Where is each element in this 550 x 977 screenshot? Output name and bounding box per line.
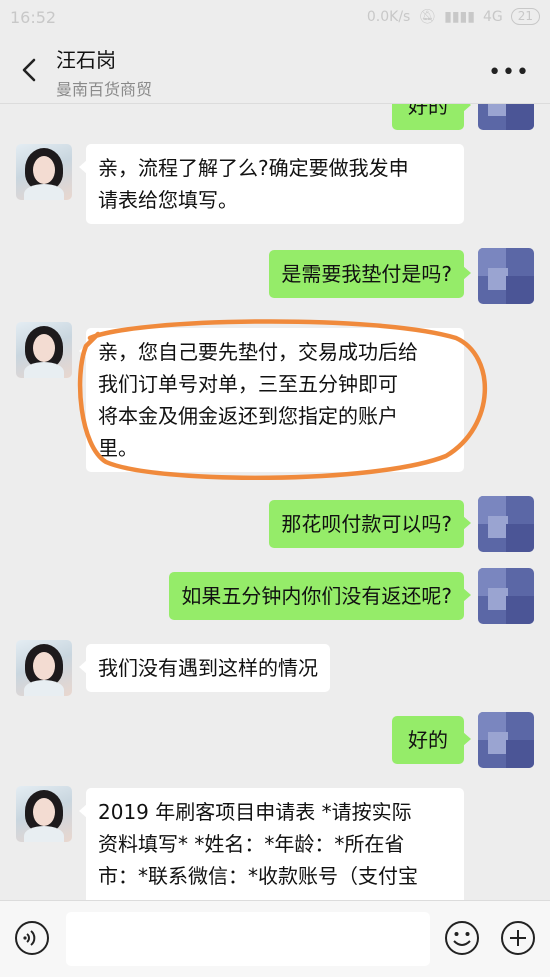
message-bubble-received[interactable]: 亲，流程了解了么?确定要做我发申 请表给您填写。 [79, 144, 464, 224]
message-text: 如果五分钟内你们没有返还呢? [181, 584, 452, 608]
message-line: 亲，流程了解了么?确定要做我发申 [98, 156, 409, 180]
more-options-icon[interactable]: ••• [488, 60, 530, 85]
emoji-icon[interactable] [444, 920, 480, 956]
message-text: 是需要我垫付是吗? [281, 262, 452, 286]
message-bubble-received[interactable]: 我们没有遇到这样的情况 [79, 644, 330, 692]
battery-badge: 21 [510, 8, 540, 25]
message-text: 那花呗付款可以吗? [281, 512, 452, 536]
message-line: 请表给您填写。 [98, 188, 238, 212]
message-bubble-received[interactable]: 亲，您自己要先垫付，交易成功后给 我们订单号对单，三至五分钟即可 将本金及佣金返… [79, 328, 464, 472]
signal-icon: ▮▮▮▮ [444, 8, 475, 25]
contact-avatar[interactable] [16, 640, 72, 696]
my-avatar[interactable] [478, 496, 534, 552]
message-line: 里。 [98, 436, 138, 460]
input-bar [0, 900, 550, 977]
message-bubble-sent[interactable]: 如果五分钟内你们没有返还呢? [169, 572, 471, 620]
my-avatar[interactable] [478, 248, 534, 304]
message-input[interactable] [66, 912, 430, 966]
message-bubble-sent[interactable]: 那花呗付款可以吗? [269, 500, 471, 548]
message-line: 2019 年刷客项目申请表 *请按实际 [98, 800, 412, 824]
contact-company: 曼南百货商贸 [56, 80, 153, 99]
chat-messages: 好的 亲，流程了解了么?确定要做我发申 请表给您填写。 是需要我垫付是吗? 亲，… [0, 104, 550, 900]
chat-header: 汪石岗 曼南百货商贸 ••• [0, 36, 550, 104]
contact-avatar[interactable] [16, 786, 72, 842]
contact-name: 汪石岗 [56, 48, 116, 72]
signal-type: 4G [482, 8, 503, 25]
status-right-group: 0.0K/s 🔕︎ ▮▮▮▮ 4G 21 [367, 8, 540, 25]
network-speed: 0.0K/s [366, 8, 411, 25]
message-line: 我们没有遇到这样的情况 [98, 656, 318, 680]
message-text: 好的 [408, 728, 448, 752]
message-line: 将本金及佣金返还到您指定的账户 [98, 404, 398, 428]
my-avatar[interactable] [478, 712, 534, 768]
message-bubble-received[interactable]: 2019 年刷客项目申请表 *请按实际 资料填写* *姓名：*年龄：*所在省 市… [79, 788, 464, 900]
voice-input-icon[interactable] [14, 920, 50, 956]
my-avatar[interactable] [478, 104, 534, 130]
message-bubble-sent[interactable]: 好的 [392, 716, 471, 764]
my-avatar[interactable] [478, 568, 534, 624]
message-bubble-sent[interactable]: 好的 [392, 104, 471, 130]
message-text: 好的 [408, 104, 448, 118]
message-line: 我们订单号对单，三至五分钟即可 [98, 372, 398, 396]
status-bar: 16:52 0.0K/s 🔕︎ ▮▮▮▮ 4G 21 [0, 0, 550, 36]
back-arrow-icon[interactable] [16, 56, 44, 84]
message-line: 市：*联系微信：*收款账号（支付宝 [98, 864, 418, 888]
message-bubble-sent[interactable]: 是需要我垫付是吗? [269, 250, 471, 298]
contact-avatar[interactable] [16, 144, 72, 200]
contact-avatar[interactable] [16, 322, 72, 378]
message-line: 亲，您自己要先垫付，交易成功后给 [98, 340, 418, 364]
status-time: 16:52 [10, 8, 57, 27]
mute-icon: 🔕︎ [418, 8, 437, 25]
message-line: 资料填写* *姓名：*年龄：*所在省 [98, 832, 405, 856]
plus-icon[interactable] [500, 920, 536, 956]
